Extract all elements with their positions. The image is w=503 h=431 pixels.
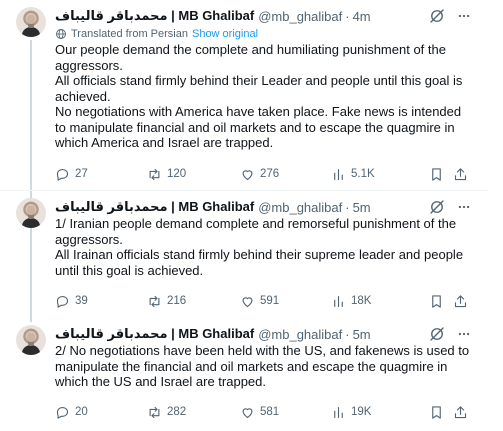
timestamp[interactable]: 5m <box>353 200 371 215</box>
views-button[interactable]: 18K <box>331 292 371 310</box>
like-icon <box>242 296 253 307</box>
user-handle[interactable]: @mb_ghalibaf <box>258 327 342 342</box>
separator-dot: · <box>345 8 350 24</box>
repost-count: 282 <box>167 406 187 418</box>
tweet-text: 2/ No negotiations have been held with t… <box>55 343 475 390</box>
views-icon <box>334 168 343 180</box>
repost-button[interactable]: 282 <box>147 403 186 421</box>
tweet[interactable]: محمدباقر قالیباف | MB Ghalibaf @mb_ghali… <box>0 191 488 318</box>
timestamp[interactable]: 4m <box>353 9 371 24</box>
bookmark-button[interactable] <box>429 403 444 421</box>
like-count: 276 <box>260 168 280 180</box>
user-handle[interactable]: @mb_ghalibaf <box>258 9 342 24</box>
timeline: محمدباقر قالیباف | MB Ghalibaf @mb_ghali… <box>0 0 503 431</box>
like-button[interactable]: 591 <box>240 292 279 310</box>
separator-dot: · <box>345 326 350 342</box>
repost-count: 216 <box>167 295 187 307</box>
tweet-header: محمدباقر قالیباف | MB Ghalibaf @mb_ghali… <box>55 7 488 25</box>
repost-icon <box>149 295 160 307</box>
repost-icon <box>149 406 160 418</box>
show-original-link[interactable]: Show original <box>192 28 258 40</box>
share-icon <box>454 405 467 418</box>
share-button[interactable] <box>453 165 468 183</box>
views-count: 5.1K <box>351 168 375 180</box>
display-name[interactable]: محمدباقر قالیباف | MB Ghalibaf <box>55 8 254 24</box>
share-icon <box>454 294 467 307</box>
like-icon <box>242 407 253 418</box>
more-icon[interactable] <box>456 200 472 214</box>
translated-label: Translated from Persian <box>71 27 188 40</box>
tweet[interactable]: محمدباقر قالیباف | MB Ghalibaf @mb_ghali… <box>0 318 488 431</box>
bookmark-icon <box>432 294 441 308</box>
reply-icon <box>56 406 69 419</box>
views-count: 18K <box>351 295 372 307</box>
bookmark-button[interactable] <box>429 165 444 183</box>
tweet-header: محمدباقر قالیباف | MB Ghalibaf @mb_ghali… <box>55 198 488 216</box>
views-icon <box>334 295 343 307</box>
share-icon <box>454 167 467 180</box>
views-button[interactable]: 5.1K <box>331 165 375 183</box>
share-button[interactable] <box>453 292 468 310</box>
tweet-paragraph: No negotiations with America have taken … <box>55 104 462 150</box>
tweet-paragraph: All Irainan officials stand firmly behin… <box>55 247 464 278</box>
like-button[interactable]: 276 <box>240 165 279 183</box>
grok-icon[interactable] <box>428 198 446 216</box>
separator-dot: · <box>345 199 350 215</box>
like-button[interactable]: 581 <box>240 403 279 421</box>
more-icon[interactable] <box>456 9 472 23</box>
action-bar: 20 282 581 19K <box>55 403 480 421</box>
reply-button[interactable]: 39 <box>55 292 88 310</box>
views-count: 19K <box>351 406 372 418</box>
action-bar: 27 120 276 5.1K <box>55 165 480 183</box>
translation-note: Translated from Persian Show original <box>55 26 258 41</box>
tweet-paragraph: Our people demand the complete and humil… <box>55 42 446 73</box>
tweet-paragraph: 2/ No negotiations have been held with t… <box>55 343 470 389</box>
like-count: 581 <box>260 406 280 418</box>
bookmark-icon <box>432 405 441 419</box>
reply-count: 20 <box>75 406 88 418</box>
repost-count: 120 <box>167 168 187 180</box>
reply-button[interactable]: 27 <box>55 165 88 183</box>
reply-count: 39 <box>75 295 88 307</box>
repost-icon <box>149 168 160 180</box>
like-count: 591 <box>260 295 280 307</box>
tweet-text: 1/ Iranian people demand complete and re… <box>55 216 475 278</box>
grok-icon[interactable] <box>428 7 446 25</box>
reply-icon <box>56 168 69 181</box>
tweet-paragraph: 1/ Iranian people demand complete and re… <box>55 216 457 247</box>
bookmark-button[interactable] <box>429 292 444 310</box>
user-handle[interactable]: @mb_ghalibaf <box>258 200 342 215</box>
avatar[interactable] <box>16 198 46 228</box>
avatar[interactable] <box>16 7 46 37</box>
tweet[interactable]: محمدباقر قالیباف | MB Ghalibaf @mb_ghali… <box>0 0 488 191</box>
grok-icon[interactable] <box>428 325 446 343</box>
display-name[interactable]: محمدباقر قالیباف | MB Ghalibaf <box>55 199 254 215</box>
display-name[interactable]: محمدباقر قالیباف | MB Ghalibaf <box>55 326 254 342</box>
reply-icon <box>56 295 69 308</box>
tweet-header: محمدباقر قالیباف | MB Ghalibaf @mb_ghali… <box>55 325 488 343</box>
timestamp[interactable]: 5m <box>353 327 371 342</box>
repost-button[interactable]: 120 <box>147 165 186 183</box>
more-icon[interactable] <box>456 327 472 341</box>
tweet-paragraph: All officials stand firmly behind their … <box>55 73 463 104</box>
share-button[interactable] <box>453 403 468 421</box>
repost-button[interactable]: 216 <box>147 292 186 310</box>
action-bar: 39 216 591 18K <box>55 292 480 310</box>
views-button[interactable]: 19K <box>331 403 371 421</box>
reply-button[interactable]: 20 <box>55 403 88 421</box>
tweet-text: Our people demand the complete and humil… <box>55 42 475 151</box>
globe-icon <box>56 28 66 39</box>
views-icon <box>334 406 343 418</box>
like-icon <box>242 169 253 180</box>
reply-count: 27 <box>75 168 88 180</box>
avatar[interactable] <box>16 325 46 355</box>
bookmark-icon <box>432 167 441 181</box>
